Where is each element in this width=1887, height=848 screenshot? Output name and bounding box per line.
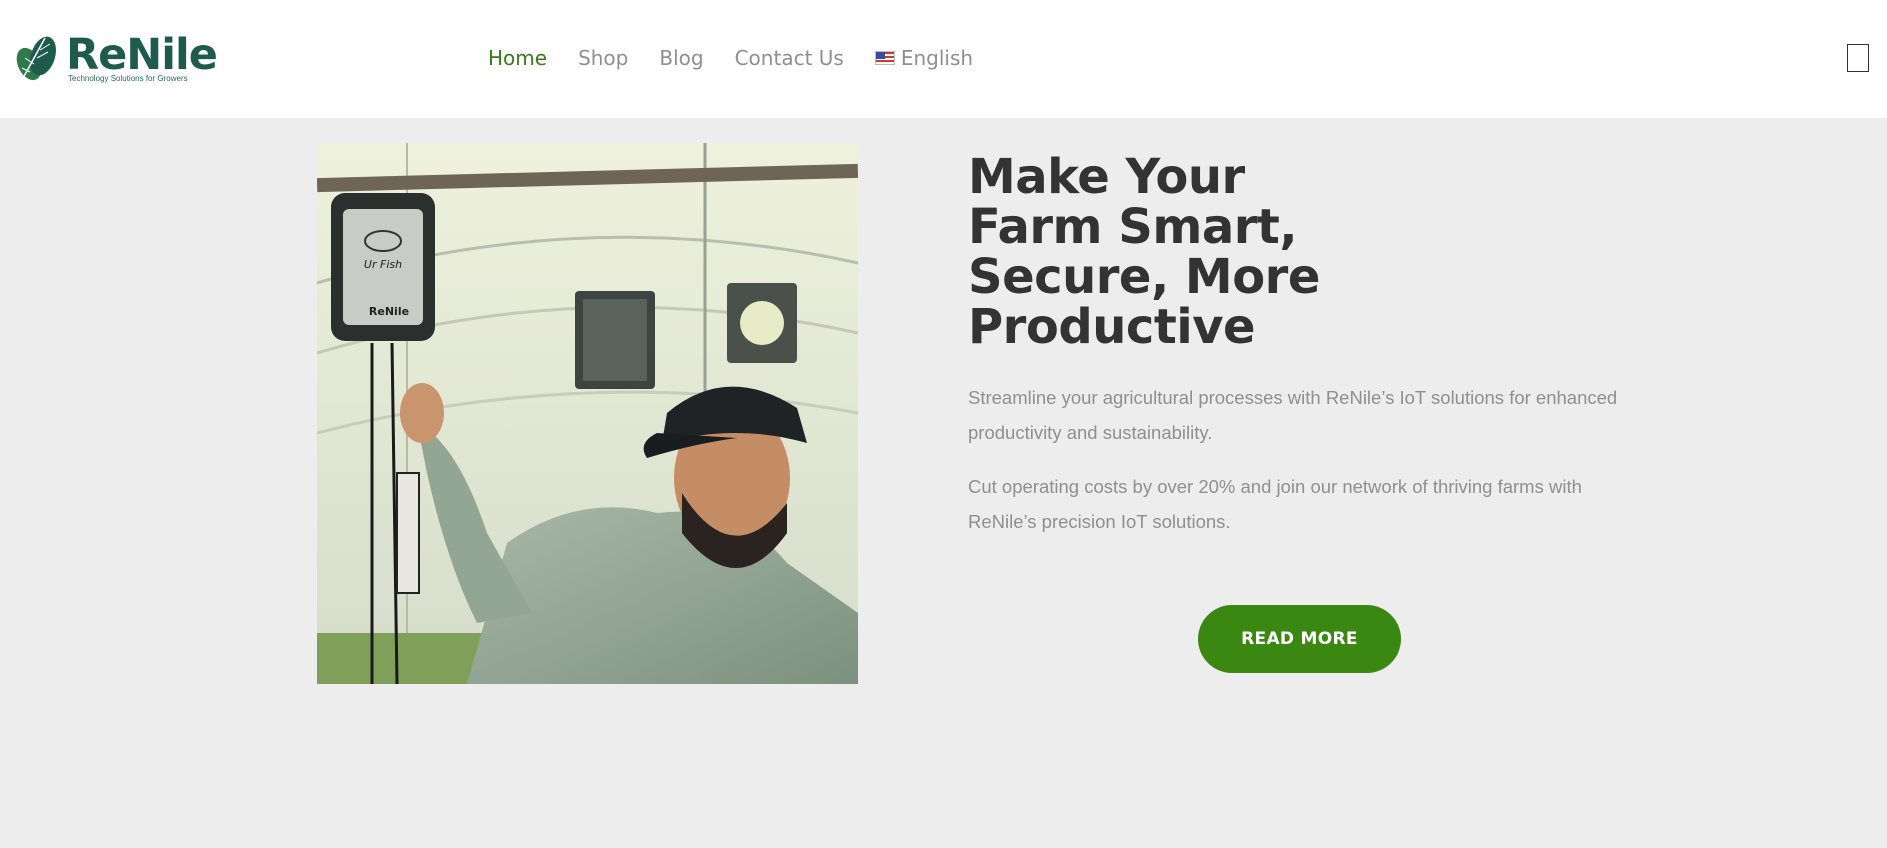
hero-heading: Make Your Farm Smart, Secure, More Produ… <box>968 149 1320 355</box>
farmer-greenhouse-photo: Ur Fish ReNile <box>317 143 858 684</box>
us-flag-icon <box>874 51 895 65</box>
brand-name: ReNile <box>66 30 218 80</box>
language-label: English <box>900 46 974 70</box>
brand-logo[interactable]: ReNile Technology Solutions for Growers <box>12 28 218 86</box>
leaf-logo-icon <box>16 36 56 81</box>
nav-item-home[interactable]: Home <box>488 44 547 72</box>
hero-description-2: Cut operating costs by over 20% and join… <box>968 476 1582 532</box>
hero-image: Ur Fish ReNile <box>317 143 858 684</box>
site-header: ReNile Technology Solutions for Growers … <box>0 0 1887 118</box>
nav-item-contact-us[interactable]: Contact Us <box>735 44 844 72</box>
nav-item-shop[interactable]: Shop <box>578 44 628 72</box>
device-brand-label: ReNile <box>369 305 409 318</box>
main-navigation: Home Shop Blog Contact Us English <box>488 44 973 72</box>
language-switcher[interactable]: English <box>874 44 974 72</box>
hero-description-1: Streamline your agricultural processes w… <box>968 387 1618 443</box>
device-label: Ur Fish <box>364 258 402 271</box>
nav-item-blog[interactable]: Blog <box>659 44 703 72</box>
hamburger-menu-icon[interactable] <box>1847 44 1869 72</box>
read-more-button[interactable]: READ MORE <box>1198 605 1401 673</box>
